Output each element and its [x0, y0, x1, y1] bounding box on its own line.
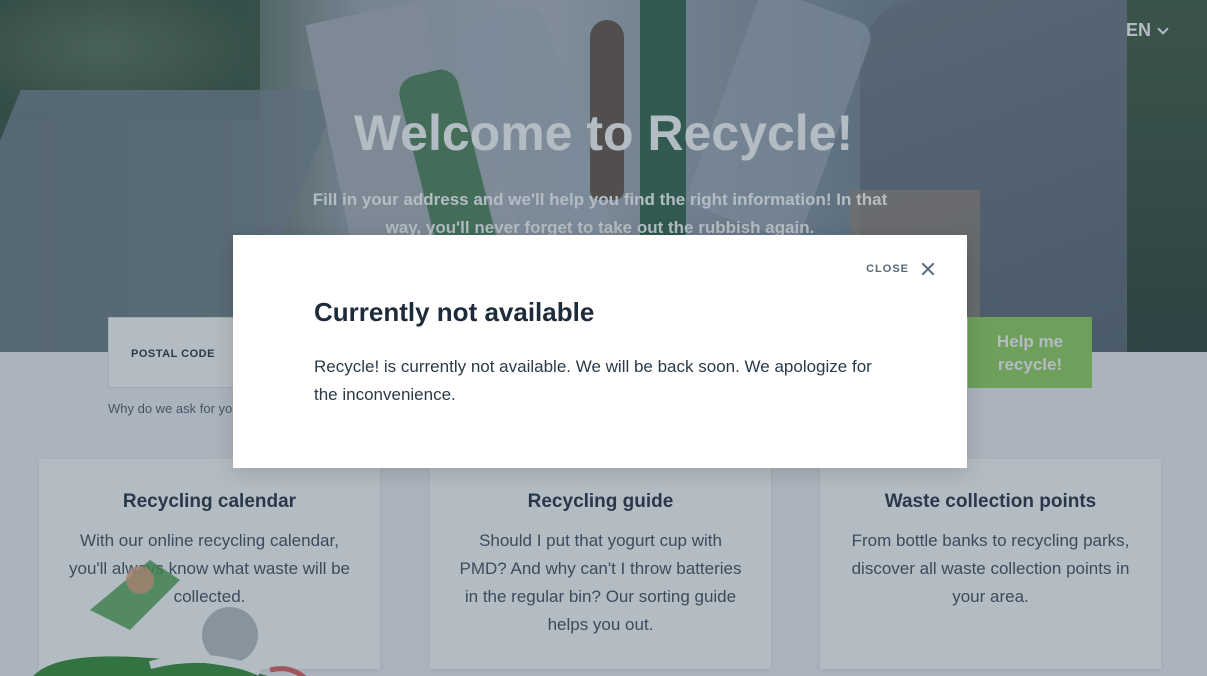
dialog-message: Recycle! is currently not available. We …: [314, 357, 872, 404]
close-icon: [921, 262, 935, 276]
close-label: CLOSE: [866, 263, 909, 275]
unavailable-dialog: CLOSE Currently not available Recycle! i…: [233, 235, 967, 468]
dialog-title: Currently not available: [314, 297, 595, 327]
close-button[interactable]: CLOSE: [866, 262, 935, 276]
